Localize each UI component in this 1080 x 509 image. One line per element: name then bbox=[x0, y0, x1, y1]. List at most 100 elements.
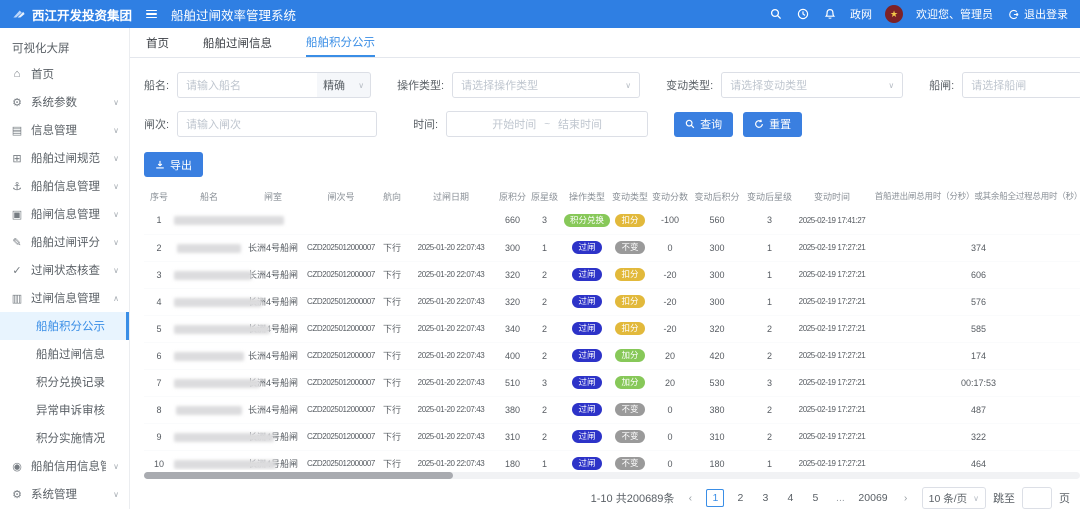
sidebar-item-ship-info-mgmt[interactable]: ⚓船舶信息管理∨ bbox=[0, 172, 129, 200]
after-points-cell: 320 bbox=[692, 315, 742, 342]
pass-date-cell: 2025-01-20 22:07:43 bbox=[404, 261, 498, 288]
rule-icon: ⊞ bbox=[10, 152, 24, 165]
no-cell: 3 bbox=[144, 261, 174, 288]
status-badge: 积分兑换 bbox=[564, 214, 610, 228]
sidebar-item-home[interactable]: ⌂首页 bbox=[0, 60, 129, 88]
tab-bar: 首页 船舶过闸信息 船舶积分公示 bbox=[130, 28, 1080, 58]
time-range-picker[interactable]: 开始时间 ~ 结束时间 bbox=[446, 111, 648, 137]
no-cell: 9 bbox=[144, 423, 174, 450]
chamber-cell: 长洲4号船闸 bbox=[244, 342, 302, 369]
ship-name-label: 船名: bbox=[144, 77, 169, 93]
chevron-down-icon: ∨ bbox=[113, 154, 119, 163]
after-stars-cell: 2 bbox=[742, 396, 797, 423]
after-stars-cell: 1 bbox=[742, 288, 797, 315]
clock-icon[interactable] bbox=[796, 7, 810, 21]
table-row: 2长洲4号船闸CZD2025012000007下行2025-01-20 22:0… bbox=[144, 234, 1080, 261]
pass-no-cell: CZD2025012000007 bbox=[302, 234, 380, 261]
page-button-2[interactable]: 2 bbox=[731, 489, 749, 507]
avatar[interactable]: ★ bbox=[885, 5, 903, 23]
redacted-ship-name bbox=[174, 298, 262, 307]
tab-0[interactable]: 首页 bbox=[146, 28, 169, 57]
pass-date-cell: 2025-01-20 22:07:43 bbox=[404, 234, 498, 261]
search-button[interactable]: 查询 bbox=[674, 112, 733, 137]
chamber-cell: 长洲4号船闸 bbox=[244, 396, 302, 423]
sidebar-item-label: 过闸信息管理 bbox=[31, 290, 100, 306]
ship-name-cell bbox=[174, 342, 244, 369]
no-cell: 4 bbox=[144, 288, 174, 315]
sidebar-subitem-ship-lock-pass-info[interactable]: 船舶过闸信息 bbox=[0, 340, 129, 368]
change-time-cell: 2025-02-19 17:27:21 bbox=[797, 261, 867, 288]
page-button-20069[interactable]: 20069 bbox=[856, 489, 889, 507]
next-page-button[interactable]: › bbox=[897, 489, 915, 507]
sidebar-item-system-params[interactable]: ⚙系统参数∨ bbox=[0, 88, 129, 116]
sidebar-item-lock-status-check[interactable]: ✓ 过闸状态核查 ∨ bbox=[0, 256, 129, 284]
sidebar-item-ship-lock-score[interactable]: ✎船舶过闸评分∨ bbox=[0, 228, 129, 256]
sidebar-subitem-points-implementation[interactable]: 积分实施情况 bbox=[0, 424, 129, 452]
chevron-down-icon: ∨ bbox=[113, 238, 119, 247]
horizontal-scrollbar[interactable] bbox=[144, 472, 1080, 479]
sidebar-item-lock-info-mgmt[interactable]: ▣船闸信息管理∨ bbox=[0, 200, 129, 228]
brand-logo-icon bbox=[12, 7, 26, 21]
jump-page-input[interactable] bbox=[1022, 487, 1052, 509]
prev-page-button[interactable]: ‹ bbox=[681, 489, 699, 507]
bell-icon[interactable] bbox=[823, 7, 837, 21]
duration-cell: 606 bbox=[867, 261, 1080, 288]
change-time-cell: 2025-02-19 17:27:21 bbox=[797, 342, 867, 369]
net-label[interactable]: 政网 bbox=[850, 6, 872, 22]
table-row: 6长洲4号船闸CZD2025012000007下行2025-01-20 22:0… bbox=[144, 342, 1080, 369]
after-points-cell: 530 bbox=[692, 369, 742, 396]
sidebar-menu: ⌂首页⚙系统参数∨▤信息管理∨⊞船舶过闸规范∨⚓船舶信息管理∨▣船闸信息管理∨✎… bbox=[0, 60, 129, 508]
reset-button[interactable]: 重置 bbox=[743, 112, 802, 137]
chevron-down-icon: ∨ bbox=[113, 462, 119, 471]
ship-name-input[interactable]: 请输入船名 bbox=[177, 72, 317, 98]
op-type-label: 操作类型: bbox=[397, 77, 444, 93]
match-mode-select[interactable]: 精确∨ bbox=[317, 72, 371, 98]
sidebar-subitem-points-exchange-records[interactable]: 积分兑换记录 bbox=[0, 368, 129, 396]
status-badge: 过闸 bbox=[572, 268, 601, 282]
tab-2[interactable]: 船舶积分公示 bbox=[306, 28, 375, 57]
pass-no-cell: CZD2025012000007 bbox=[302, 261, 380, 288]
logout-button[interactable]: 退出登录 bbox=[1006, 6, 1068, 22]
horizontal-scrollbar-thumb[interactable] bbox=[144, 472, 453, 479]
tab-1[interactable]: 船舶过闸信息 bbox=[203, 28, 272, 57]
ship-name-cell bbox=[174, 369, 244, 396]
check-icon: ✓ bbox=[10, 264, 24, 277]
sidebar-subitem-abnormal-appeal-review[interactable]: 异常申诉审核 bbox=[0, 396, 129, 424]
export-button[interactable]: 导出 bbox=[144, 152, 203, 177]
ship-name-cell bbox=[174, 396, 244, 423]
page-button-5[interactable]: 5 bbox=[806, 489, 824, 507]
status-badge: 过闸 bbox=[572, 295, 601, 309]
sidebar-item-ship-credit-mgmt[interactable]: ◉船舶信用信息管理∨ bbox=[0, 452, 129, 480]
sidebar-item-ship-lock-rules[interactable]: ⊞船舶过闸规范∨ bbox=[0, 144, 129, 172]
sidebar-item-lock-pass-info-mgmt[interactable]: ▥过闸信息管理∧ bbox=[0, 284, 129, 312]
sidebar-item-info-mgmt[interactable]: ▤信息管理∨ bbox=[0, 116, 129, 144]
chevron-down-icon: ∨ bbox=[113, 266, 119, 275]
status-badge: 不变 bbox=[615, 403, 644, 417]
page-button-4[interactable]: 4 bbox=[781, 489, 799, 507]
search-icon[interactable] bbox=[769, 7, 783, 21]
sidebar-item-visualization-screen[interactable]: 可视化大屏 bbox=[0, 28, 129, 60]
status-badge: 过闸 bbox=[572, 322, 601, 336]
change-type-cell: 扣分 bbox=[612, 315, 648, 342]
page-button-1[interactable]: 1 bbox=[706, 489, 724, 507]
change-score-cell: 0 bbox=[648, 423, 692, 450]
change-type-cell: 加分 bbox=[612, 342, 648, 369]
circle-icon: ◉ bbox=[10, 460, 24, 473]
lock-select[interactable]: 请选择船闸 bbox=[962, 72, 1080, 98]
op-type-select[interactable]: 请选择操作类型∨ bbox=[452, 72, 640, 98]
sidebar-subitem-ship-points-publicity[interactable]: 船舶积分公示 bbox=[0, 312, 129, 340]
sidebar-item-label: 船闸信息管理 bbox=[31, 206, 100, 222]
op-type-cell: 过闸 bbox=[562, 315, 612, 342]
after-points-cell: 300 bbox=[692, 261, 742, 288]
duration-cell bbox=[867, 207, 1080, 234]
hamburger-icon[interactable] bbox=[146, 10, 157, 19]
sidebar-item-label: 过闸状态核查 bbox=[31, 262, 100, 278]
op-type-cell: 过闸 bbox=[562, 423, 612, 450]
orig-points-cell: 320 bbox=[498, 261, 527, 288]
page-size-select[interactable]: 10 条/页∨ bbox=[922, 487, 986, 509]
pass-no-cell: CZD2025012000007 bbox=[302, 423, 380, 450]
pass-number-input[interactable]: 请输入闸次 bbox=[177, 111, 377, 137]
change-type-select[interactable]: 请选择变动类型∨ bbox=[721, 72, 903, 98]
page-button-3[interactable]: 3 bbox=[756, 489, 774, 507]
sidebar-item-system-mgmt[interactable]: ⚙系统管理∨ bbox=[0, 480, 129, 508]
